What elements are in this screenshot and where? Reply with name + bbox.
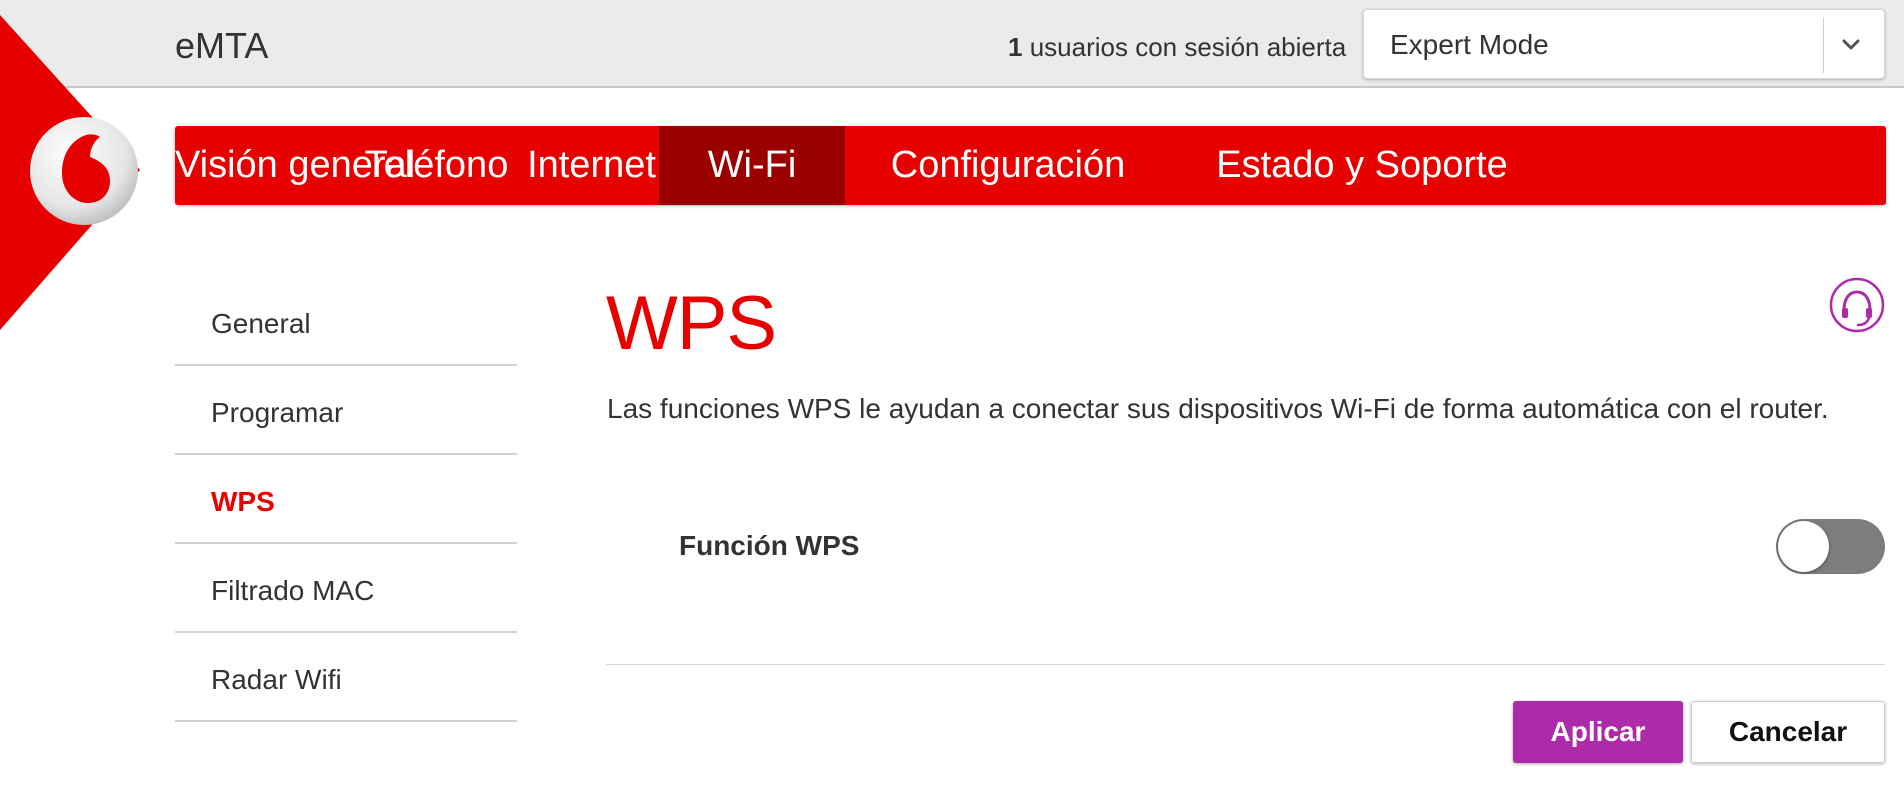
toggle-knob xyxy=(1778,521,1829,572)
top-bar: eMTA 1 usuarios con sesión abierta Exper… xyxy=(0,0,1904,88)
mode-select[interactable]: Expert Mode xyxy=(1363,9,1885,79)
nav-item-label: Wi-Fi xyxy=(707,144,797,186)
divider xyxy=(606,664,1885,665)
nav-item-configuracion[interactable]: Configuración xyxy=(845,126,1171,205)
session-count: 1 xyxy=(1008,32,1023,62)
sidebar-item-wps[interactable]: WPS xyxy=(175,455,517,544)
cancel-button[interactable]: Cancelar xyxy=(1691,701,1885,763)
main-nav: Visión general Teléfono Internet Wi-Fi C… xyxy=(175,126,1886,205)
page-description: Las funciones WPS le ayudan a conectar s… xyxy=(607,393,1829,424)
session-info: 1 usuarios con sesión abierta xyxy=(1008,32,1346,63)
apply-button[interactable]: Aplicar xyxy=(1513,701,1683,763)
wps-toggle-label: Función WPS xyxy=(679,530,860,561)
nav-item-label: Teléfono xyxy=(364,144,509,186)
sidebar-item-radar-wifi[interactable]: Radar Wifi xyxy=(175,633,517,722)
sidebar: General Programar WPS Filtrado MAC Radar… xyxy=(175,277,517,722)
mode-select-value: Expert Mode xyxy=(1390,29,1549,60)
session-text: usuarios con sesión abierta xyxy=(1029,32,1347,62)
help-icon[interactable] xyxy=(1829,277,1885,333)
nav-item-telefono[interactable]: Teléfono xyxy=(349,126,524,205)
chevron-down-icon[interactable] xyxy=(1839,32,1863,56)
nav-item-wifi[interactable]: Wi-Fi xyxy=(659,126,845,205)
nav-item-label: Internet xyxy=(527,144,656,186)
nav-item-label: Configuración xyxy=(890,144,1126,186)
sidebar-item-general[interactable]: General xyxy=(175,277,517,366)
nav-item-label: Estado y Soporte xyxy=(1216,144,1508,186)
wps-toggle[interactable] xyxy=(1776,519,1885,574)
nav-item-estado-soporte[interactable]: Estado y Soporte xyxy=(1171,126,1553,205)
page-title: WPS xyxy=(606,281,777,366)
vodafone-logo-icon[interactable] xyxy=(28,115,140,227)
nav-item-internet[interactable]: Internet xyxy=(524,126,659,205)
sidebar-item-filtrado-mac[interactable]: Filtrado MAC xyxy=(175,544,517,633)
mode-select-divider xyxy=(1823,17,1824,73)
nav-item-vision-general[interactable]: Visión general xyxy=(175,126,415,205)
sidebar-item-programar[interactable]: Programar xyxy=(175,366,517,455)
